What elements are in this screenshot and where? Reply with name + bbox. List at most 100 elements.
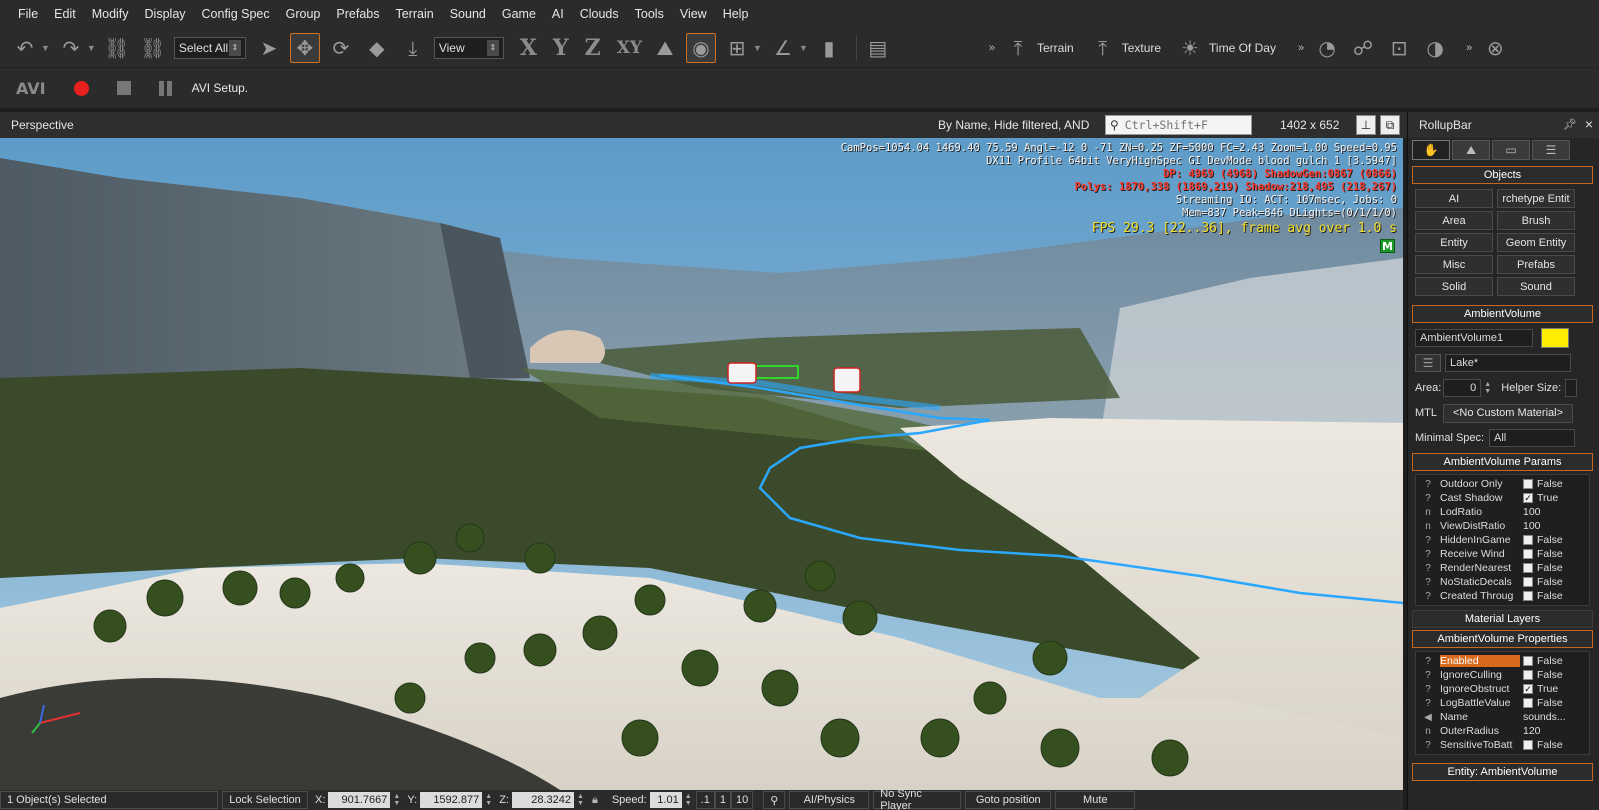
property-value[interactable]: False [1523,739,1563,751]
menu-edit[interactable]: Edit [46,7,84,21]
avi-setup-button[interactable]: AVI Setup. [192,81,248,95]
close-icon[interactable]: × [1585,116,1593,132]
menu-sound[interactable]: Sound [442,7,494,21]
minimal-spec-select[interactable]: All [1489,429,1575,447]
property-row[interactable]: ? Outdoor Only False [1416,477,1589,491]
menu-file[interactable]: File [10,7,46,21]
property-row[interactable]: n ViewDistRatio 100 [1416,519,1589,533]
helper-size-field[interactable] [1565,379,1578,397]
rotate-icon[interactable]: ⟳ [326,33,356,63]
speed-preset-1[interactable]: 1 [714,791,732,809]
property-value[interactable]: False [1523,655,1563,667]
area-spin-icon[interactable]: ▲ ▼ [1484,381,1492,395]
mute-button[interactable]: Mute [1055,791,1136,809]
y-field[interactable]: 1592.877 [420,792,483,808]
time-of-day-button[interactable]: ☀ Time Of Day [1175,33,1276,63]
x-field[interactable]: 901.7667 [328,792,391,808]
undo-dropdown-icon[interactable]: ▼ [41,43,50,53]
object-button-entity[interactable]: Entity [1415,233,1493,252]
speed-field[interactable]: 1.01 [649,792,682,808]
object-button-prefabs[interactable]: Prefabs [1497,255,1575,274]
texture-button[interactable]: ⤒ Texture [1088,33,1161,63]
object-button-area[interactable]: Area [1415,211,1493,230]
property-checkbox[interactable] [1523,656,1533,666]
toolbar-overflow-icon[interactable]: » [989,42,995,54]
property-checkbox[interactable] [1523,479,1533,489]
tab-modify-icon[interactable]: ⛰ [1452,140,1490,160]
property-row[interactable]: ? IgnoreObstruct ✓ True [1416,682,1589,696]
property-value[interactable]: ✓ True [1523,492,1558,504]
object-color-swatch[interactable] [1541,328,1569,348]
tab-layers-icon[interactable]: ☰ [1532,140,1570,160]
property-row[interactable]: ? Receive Wind False [1416,547,1589,561]
layer-field[interactable]: Lake* [1445,354,1571,372]
layer-icon[interactable]: ☰ [1415,354,1441,372]
stop-icon[interactable] [116,81,131,95]
property-row[interactable]: n OuterRadius 120 [1416,724,1589,738]
object-button-brush[interactable]: Brush [1497,211,1575,230]
property-checkbox[interactable]: ✓ [1523,493,1533,503]
ref-coord-select[interactable]: View ⇕ [433,36,504,59]
menu-view[interactable]: View [672,7,715,21]
z-spin-icon[interactable]: ▲ ▼ [577,793,585,807]
game-mode-icon[interactable]: ⊗ [1480,33,1510,63]
pause-icon[interactable] [158,80,172,96]
object-button-solid[interactable]: Solid [1415,277,1493,296]
object-button-geom-entity[interactable]: Geom Entity [1497,233,1575,252]
property-checkbox[interactable] [1523,577,1533,587]
tab-objects-icon[interactable]: ✋ [1412,140,1450,160]
menu-ai[interactable]: AI [544,7,572,21]
speed-spin-icon[interactable]: ▲ ▼ [685,793,693,807]
property-checkbox[interactable]: ✓ [1523,684,1533,694]
lock-icon[interactable]: 🔒︎ [592,794,598,807]
custom-material-button[interactable]: <No Custom Material> [1443,403,1573,423]
menu-game[interactable]: Game [494,7,544,21]
property-value[interactable]: False [1523,697,1563,709]
property-value[interactable]: sounds... [1523,711,1566,723]
menu-terrain[interactable]: Terrain [387,7,441,21]
no-sync-player-button[interactable]: No Sync Player [873,788,962,810]
property-row[interactable]: ? IgnoreCulling False [1416,668,1589,682]
property-value[interactable]: ✓ True [1523,683,1558,695]
property-checkbox[interactable] [1523,670,1533,680]
property-row[interactable]: n LodRatio 100 [1416,505,1589,519]
viewport-title[interactable]: Perspective [0,118,74,132]
property-row[interactable]: ? Created Throug False [1416,589,1589,603]
tab-display-icon[interactable]: ▭ [1492,140,1530,160]
menu-prefabs[interactable]: Prefabs [328,7,387,21]
speed-preset-0-1[interactable]: .1 [695,791,715,809]
undo-icon[interactable]: ↶ [10,33,40,63]
physics-person-icon[interactable]: ⚲ [763,791,786,809]
axis-z-button[interactable]: Z [585,35,601,61]
property-row[interactable]: ◀ Name sounds... [1416,710,1589,724]
property-row[interactable]: ? SensitiveToBatt False [1416,738,1589,752]
bake-icon[interactable]: ◑ [1420,33,1450,63]
terrain-snap-icon[interactable]: ⛰ [650,33,680,63]
object-button-ai[interactable]: AI [1415,189,1493,208]
property-value[interactable]: False [1523,548,1563,560]
toolbar-overflow-icon-3[interactable]: » [1466,42,1472,54]
viewport-maximize-icon[interactable]: ⧉ [1380,115,1400,135]
object-name-field[interactable]: AmbientVolume1 [1415,329,1533,347]
speed-preset-10[interactable]: 10 [731,791,754,809]
ai-physics-button[interactable]: AI/Physics [789,791,870,809]
toolbar-overflow-icon-2[interactable]: » [1298,42,1304,54]
selection-filter-select[interactable]: Select All ⇕ [173,36,246,59]
params-title[interactable]: AmbientVolume Params [1412,453,1593,471]
menu-config-spec[interactable]: Config Spec [194,7,278,21]
property-value[interactable]: False [1523,669,1563,681]
menu-display[interactable]: Display [137,7,194,21]
object-snap-icon[interactable]: ◉ [686,32,717,63]
property-value[interactable]: 120 [1523,725,1541,737]
pin-icon[interactable]: 📌︎ [1563,118,1577,131]
property-row[interactable]: ? LogBattleValue False [1416,696,1589,710]
terrain-button[interactable]: ⤒ Terrain [1003,33,1074,63]
property-checkbox[interactable] [1523,740,1533,750]
viewport-axis-icon[interactable]: ⊥ [1356,115,1376,135]
property-value[interactable]: False [1523,478,1563,490]
x-spin-icon[interactable]: ▲ ▼ [393,793,401,807]
material-layers-title[interactable]: Material Layers [1412,610,1593,628]
place-icon[interactable]: ⤓ [398,33,428,63]
search-input[interactable] [1118,118,1239,132]
properties-title[interactable]: AmbientVolume Properties [1412,630,1593,648]
